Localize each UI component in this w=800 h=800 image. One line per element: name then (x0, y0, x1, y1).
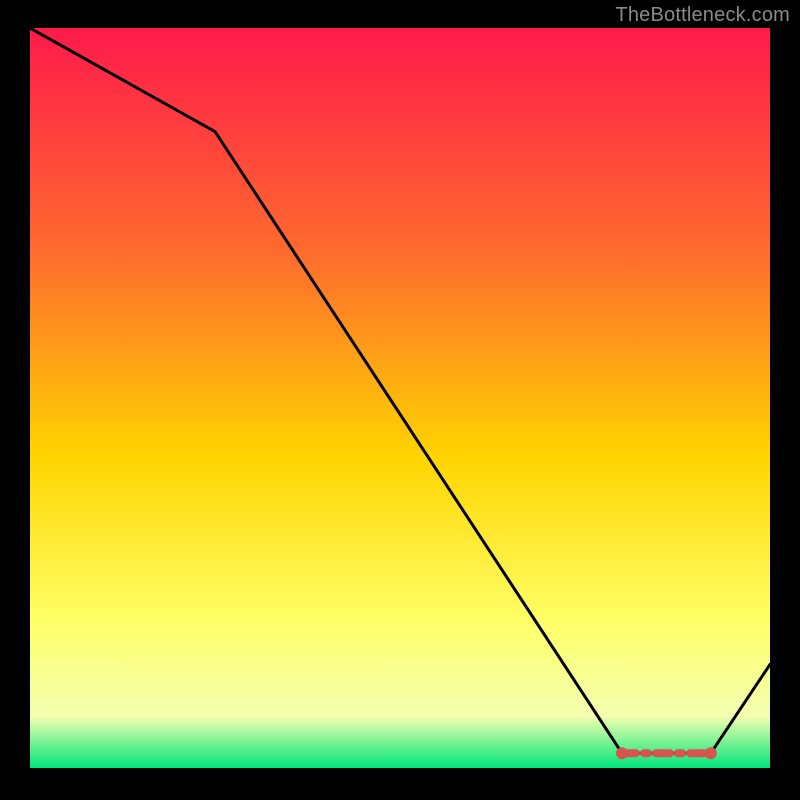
attribution-text: TheBottleneck.com (615, 4, 790, 27)
bottleneck-chart (30, 28, 770, 768)
chart-svg (30, 28, 770, 768)
plot-background (30, 28, 770, 768)
